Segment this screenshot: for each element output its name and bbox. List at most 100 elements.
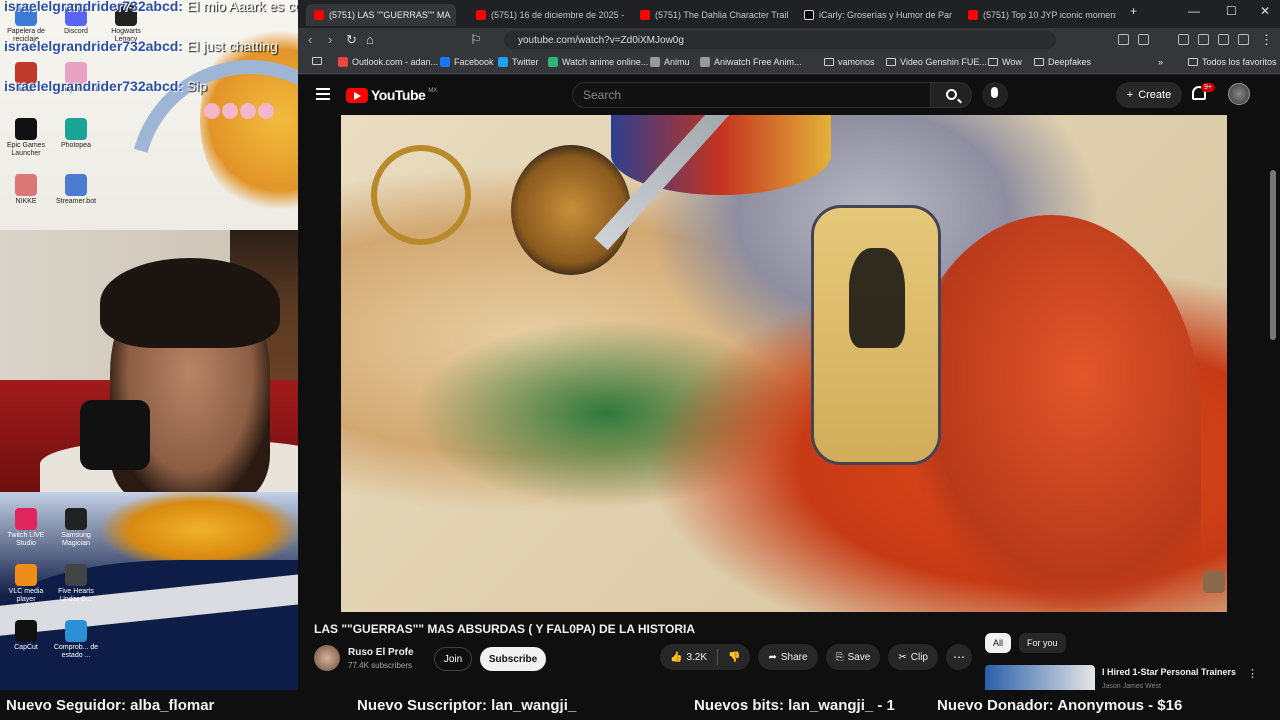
notification-badge: 9+	[1201, 83, 1215, 92]
youtube-icon	[476, 10, 486, 20]
bookmark-folder[interactable]: vamonos	[824, 57, 875, 67]
desktop-icon-photopea[interactable]: Photopea	[50, 118, 102, 150]
facebook-icon	[440, 57, 450, 67]
browser-window: (5751) LAS ""GUERRAS"" MA✕ (5751) 16 de …	[298, 0, 1280, 690]
like-dislike-group: 👍 3.2K 👎	[660, 644, 751, 670]
folder-icon	[886, 58, 896, 66]
folder-icon	[1034, 58, 1044, 66]
account-avatar[interactable]	[1228, 83, 1250, 105]
desktop-icon-epic-games[interactable]: Epic Games Launcher	[0, 118, 52, 158]
recommended-title[interactable]: I Hired 1-Star Personal Trainers	[1102, 667, 1236, 677]
like-icon[interactable]: 👍	[670, 652, 682, 663]
outlook-icon	[338, 57, 348, 67]
emote-icon	[222, 103, 238, 120]
apps-grid-icon	[312, 57, 322, 65]
bookmark-item[interactable]: Animu	[650, 57, 690, 67]
webcam-streamer-hair	[100, 258, 280, 348]
ticker-new-subscriber: Nuevo Suscriptor: lan_wangji_	[357, 697, 577, 714]
extension-icon[interactable]	[1118, 34, 1129, 45]
channel-name[interactable]: Ruso El Profe	[348, 647, 414, 658]
bookmark-folder[interactable]: Wow	[988, 57, 1022, 67]
emote-icon	[258, 103, 274, 120]
chat-message: israelelgrandrider732abcd: El mio Aaark …	[4, 0, 318, 14]
tab-bar: (5751) LAS ""GUERRAS"" MA✕ (5751) 16 de …	[298, 0, 1280, 28]
bookmark-apps[interactable]	[312, 57, 322, 65]
bookmark-item[interactable]: Facebook	[440, 57, 494, 67]
youtube-icon	[314, 10, 324, 20]
search-button[interactable]	[930, 82, 972, 108]
recommended-thumbnail[interactable]	[985, 665, 1095, 690]
tab-item[interactable]: (5751) 16 de diciembre de 2025 - Yo	[468, 4, 624, 26]
channel-avatar[interactable]	[314, 645, 340, 671]
desktop-icon-streamerbot[interactable]: Streamer.bot	[50, 174, 102, 206]
maximize-icon[interactable]: ☐	[1226, 4, 1237, 18]
reload-icon[interactable]: ↻	[346, 32, 357, 48]
address-bar: ‹ › ↻ ⌂ ⚐ youtube.com/watch?v=Zd0iXMJow0…	[298, 28, 1280, 52]
youtube-logo[interactable]: YouTube MX	[346, 87, 437, 103]
desktop-icon-capcut[interactable]: CapCut	[0, 620, 52, 652]
tab-item[interactable]: iCarly: Groserías y Humor de Paramo	[796, 4, 952, 26]
capcut-icon	[15, 620, 37, 642]
youtube-icon	[640, 10, 650, 20]
bookmark-item[interactable]: Outlook.com - adan...	[338, 57, 438, 67]
desktop-icon-samsung-magician[interactable]: Samsung Magician	[50, 508, 102, 548]
home-icon[interactable]: ⌂	[366, 32, 374, 47]
more-actions-icon[interactable]: ⋯	[945, 644, 972, 670]
youtube-page: YouTube MX Search + Create 9+ LAS ""GUER…	[298, 75, 1280, 690]
share-button[interactable]: ➦ Share	[758, 644, 818, 670]
menu-icon[interactable]: ⋮	[1260, 32, 1273, 48]
clip-button[interactable]: ✂ Clip	[888, 644, 938, 670]
chip-all[interactable]: All	[985, 633, 1012, 653]
desktop-icon-twitch-studio[interactable]: Twitch LIVE Studio	[0, 508, 52, 548]
aniwatch-icon	[700, 57, 710, 67]
extension-icon[interactable]	[1238, 34, 1249, 45]
forward-icon[interactable]: ›	[328, 32, 332, 47]
extension-icon[interactable]	[1178, 34, 1189, 45]
recommended-video[interactable]: I Hired 1-Star Personal Trainers ⋮ Jason…	[985, 665, 1275, 690]
all-bookmarks[interactable]: Todos los favoritos	[1188, 57, 1277, 67]
mini-thumbnail[interactable]	[1203, 571, 1225, 593]
like-count[interactable]: 3.2K	[686, 652, 707, 663]
minimize-icon[interactable]: —	[1188, 4, 1200, 18]
tab-item[interactable]: (5751) The Dahlia Character Trailer: "	[632, 4, 788, 26]
chat-username: israelelgrandrider732abcd:	[4, 0, 183, 14]
create-button[interactable]: + Create	[1116, 82, 1182, 108]
subscribe-button[interactable]: Subscribe	[480, 647, 546, 671]
desktop-icon-nikke[interactable]: NIKKE	[0, 174, 52, 206]
voice-search-icon[interactable]	[982, 82, 1008, 108]
join-button[interactable]: Join	[434, 647, 472, 671]
dislike-icon[interactable]: 👎	[728, 652, 740, 663]
share-icon: ➦	[768, 651, 777, 663]
recommended-channel: Jason James West	[1102, 683, 1162, 690]
hamburger-menu-icon[interactable]	[316, 88, 330, 100]
emote-icon	[204, 103, 220, 120]
streamerbot-icon	[65, 174, 87, 196]
bookmark-item[interactable]: Aniwatch Free Anim...	[700, 57, 802, 67]
extension-icon[interactable]	[1138, 34, 1149, 45]
desktop-icon-five-hearts[interactable]: Five Hearts Under O...	[50, 564, 102, 604]
chat-message: israelelgrandrider732abcd: Sip	[4, 78, 207, 94]
extension-icon[interactable]	[1198, 34, 1209, 45]
kebab-menu-icon[interactable]: ⋮	[1247, 667, 1258, 680]
back-icon[interactable]: ‹	[308, 32, 312, 47]
save-button[interactable]: ⎘ Save	[825, 644, 881, 670]
tab-item[interactable]: (5751) Top 10 JYP iconic moments #	[960, 4, 1116, 26]
video-player[interactable]	[341, 115, 1227, 612]
desktop-icon-vlc[interactable]: VLC media player	[0, 564, 52, 604]
bookmark-folder[interactable]: Deepfakes	[1034, 57, 1091, 67]
close-window-icon[interactable]: ✕	[1260, 4, 1270, 18]
tab-active[interactable]: (5751) LAS ""GUERRAS"" MA✕	[306, 4, 456, 26]
new-tab-icon[interactable]: +	[1130, 4, 1137, 18]
bookmark-icon[interactable]: ⚐	[470, 32, 482, 48]
bookmark-folder[interactable]: Video Genshin FUE...	[886, 57, 987, 67]
bookmark-item[interactable]: Watch anime online...	[548, 57, 648, 67]
desktop-icon-health-check[interactable]: Comprob... de estado ...	[50, 620, 102, 660]
search-input[interactable]: Search	[572, 82, 932, 108]
folder-icon	[1188, 58, 1198, 66]
scrollbar-thumb[interactable]	[1270, 170, 1276, 340]
chip-for-you[interactable]: For you	[1019, 633, 1066, 653]
url-field[interactable]: youtube.com/watch?v=Zd0iXMJow0g	[504, 31, 1056, 49]
extension-icon[interactable]	[1218, 34, 1229, 45]
more-bookmarks-icon[interactable]: »	[1158, 57, 1163, 67]
bookmark-item[interactable]: Twitter	[498, 57, 539, 67]
